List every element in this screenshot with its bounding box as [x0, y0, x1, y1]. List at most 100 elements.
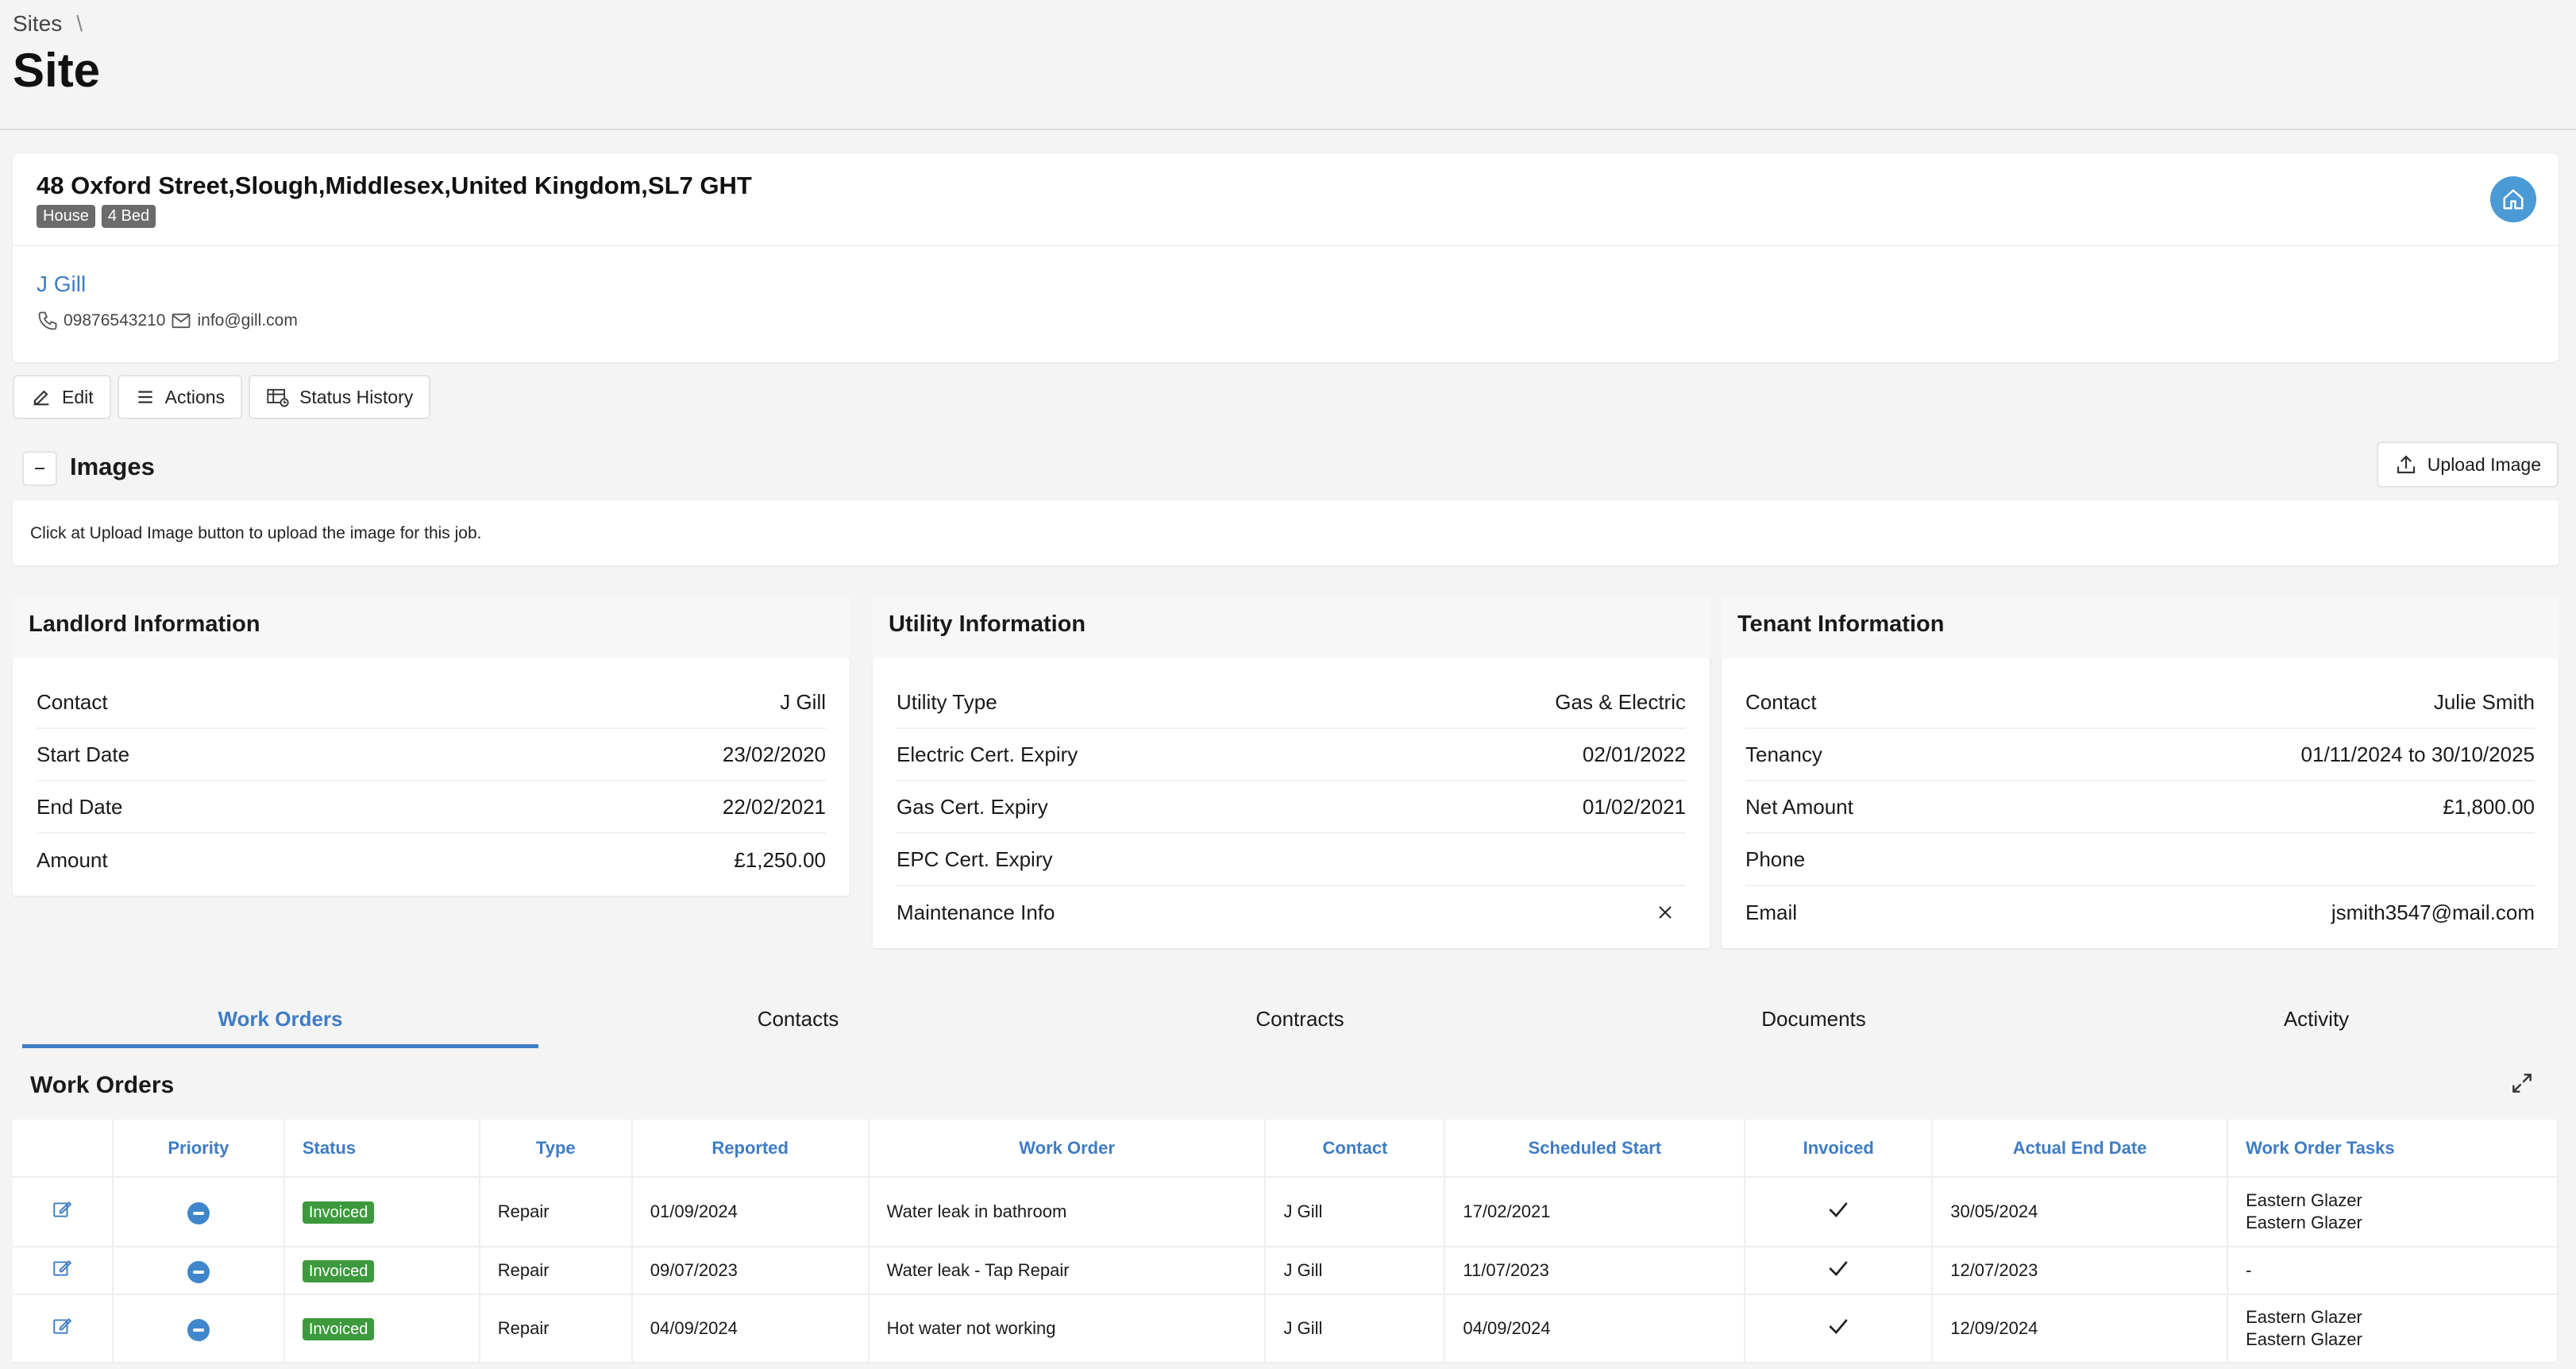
work-orders-header: Work Orders	[13, 1064, 2559, 1116]
edit-icon	[33, 390, 49, 406]
landlord-label: Start Date	[37, 742, 130, 766]
utility-label: Utility Type	[897, 689, 997, 714]
tab-activity[interactable]: Activity	[2085, 993, 2547, 1048]
row-contact-link[interactable]: J Gill	[1265, 1247, 1446, 1295]
site-card-header: 48 Oxford Street,Slough,Middlesex,United…	[13, 154, 2559, 246]
landlord-label: End Date	[37, 794, 123, 819]
edit-icon[interactable]	[52, 1199, 72, 1220]
landlord-value: J Gill	[780, 689, 826, 714]
table-row[interactable]: Invoiced Repair 04/09/2024 Hot water not…	[13, 1294, 2559, 1363]
upload-image-button[interactable]: Upload Image	[2376, 442, 2559, 488]
row-priority-cell	[112, 1294, 285, 1363]
column-header-scheduled-start[interactable]: Scheduled Start	[1444, 1120, 1746, 1178]
landlord-label: Contact	[37, 689, 108, 714]
utility-row-maintenance: Maintenance Info	[897, 886, 1686, 939]
row-scheduled-start: 11/07/2023	[1444, 1247, 1746, 1295]
tenant-panel-body: Contact Julie Smith Tenancy 01/11/2024 to …	[1722, 658, 2559, 948]
priority-icon	[187, 1261, 210, 1283]
minus-icon	[35, 468, 44, 469]
row-type: Repair	[479, 1177, 633, 1248]
column-header-contact[interactable]: Contact	[1265, 1120, 1446, 1178]
menu-icon	[137, 391, 152, 403]
actions-button[interactable]: Actions	[117, 375, 243, 419]
tab-documents[interactable]: Documents	[1542, 993, 2085, 1048]
expand-icon[interactable]	[2509, 1070, 2535, 1096]
edit-icon[interactable]	[52, 1316, 72, 1336]
status-history-icon	[267, 388, 289, 407]
row-invoiced-cell	[1745, 1177, 1934, 1248]
site-address: 48 Oxford Street,Slough,Middlesex,United…	[37, 172, 752, 199]
tab-contracts[interactable]: Contracts	[1058, 993, 1542, 1048]
images-empty-message: Click at Upload Image button to upload t…	[13, 500, 2559, 565]
table-row[interactable]: Invoiced Repair 09/07/2023 Water leak - …	[13, 1247, 2559, 1295]
table-row[interactable]: Invoiced Repair 01/09/2024 Water leak in…	[13, 1177, 2559, 1248]
tenant-row-contact: Contact Julie Smith	[1745, 677, 2535, 729]
utility-row-gas-cert: Gas Cert. Expiry 01/02/2021	[897, 781, 1686, 834]
column-header-type[interactable]: Type	[479, 1120, 633, 1178]
site-badges: House 4 Bed	[37, 205, 156, 228]
task-item: Eastern Glazer	[2246, 1307, 2362, 1327]
column-header-actual-end-date[interactable]: Actual End Date	[1932, 1120, 2229, 1178]
row-contact-link[interactable]: J Gill	[1265, 1177, 1446, 1248]
table-header-row: Priority Status Type Reported Work Order…	[13, 1120, 2559, 1178]
breadcrumb-separator: \	[76, 11, 83, 36]
badge-bedrooms: 4 Bed	[101, 205, 156, 228]
tenant-row-net-amount: Net Amount £1,800.00	[1745, 781, 2535, 834]
column-header-priority[interactable]: Priority	[112, 1120, 285, 1178]
phone-icon	[38, 311, 57, 330]
landlord-value: 23/02/2020	[722, 742, 826, 766]
landlord-row-amount: Amount £1,250.00	[37, 834, 826, 886]
landlord-row-start-date: Start Date 23/02/2020	[37, 729, 826, 781]
status-badge: Invoiced	[302, 1201, 375, 1224]
priority-icon	[187, 1202, 210, 1224]
column-header-reported[interactable]: Reported	[631, 1120, 870, 1178]
landlord-row-end-date: End Date 22/02/2021	[37, 781, 826, 834]
row-actual-end: 30/05/2024	[1932, 1177, 2229, 1248]
check-icon	[1829, 1202, 1848, 1217]
column-header-invoiced[interactable]: Invoiced	[1745, 1120, 1934, 1178]
images-collapse-button[interactable]	[22, 451, 57, 486]
tab-work-orders[interactable]: Work Orders	[22, 993, 538, 1048]
utility-row-electric-cert: Electric Cert. Expiry 02/01/2022	[897, 729, 1686, 781]
row-status-cell: Invoiced	[283, 1177, 480, 1248]
utility-label: Electric Cert. Expiry	[897, 742, 1078, 766]
site-phone[interactable]: 09876543210	[64, 311, 165, 330]
home-button[interactable]	[2490, 176, 2536, 222]
task-item: Eastern Glazer	[2246, 1190, 2362, 1210]
upload-image-label: Upload Image	[2427, 453, 2541, 475]
column-header-work-order[interactable]: Work Order	[868, 1120, 1267, 1178]
site-card: 48 Oxford Street,Slough,Middlesex,United…	[13, 154, 2559, 362]
row-edit-cell	[13, 1177, 114, 1248]
task-item: -	[2246, 1260, 2252, 1280]
edit-button[interactable]: Edit	[13, 375, 111, 419]
utility-value: Gas & Electric	[1555, 689, 1686, 714]
utility-value: 02/01/2022	[1582, 742, 1686, 766]
site-email[interactable]: info@gill.com	[197, 311, 297, 330]
close-icon	[1659, 906, 1672, 919]
utility-panel: Utility Information Utility Type Gas & El…	[873, 597, 1710, 948]
utility-label: Gas Cert. Expiry	[897, 794, 1048, 819]
status-history-button[interactable]: Status History	[249, 375, 431, 419]
column-header-work-order-tasks[interactable]: Work Order Tasks	[2227, 1120, 2559, 1178]
breadcrumb-sites[interactable]: Sites	[13, 11, 62, 37]
upload-icon	[2397, 455, 2415, 474]
tenant-label: Phone	[1745, 846, 1806, 871]
breadcrumb: Sites \	[13, 11, 83, 37]
site-owner-link[interactable]: J Gill	[37, 272, 86, 297]
tenant-row-email: Email jsmith3547@mail.com	[1745, 886, 2535, 939]
landlord-row-contact: Contact J Gill	[37, 677, 826, 729]
tenant-row-phone: Phone	[1745, 834, 2535, 886]
utility-panel-body: Utility Type Gas & Electric Electric Cert…	[873, 658, 1710, 948]
edit-icon[interactable]	[52, 1258, 72, 1278]
row-contact-link[interactable]: J Gill	[1265, 1294, 1446, 1363]
column-header-status[interactable]: Status	[283, 1120, 480, 1178]
tab-contacts[interactable]: Contacts	[538, 993, 1058, 1048]
tenant-row-tenancy: Tenancy 01/11/2024 to 30/10/2025	[1745, 729, 2535, 781]
landlord-panel: Landlord Information Contact J Gill Start…	[13, 597, 850, 896]
edit-button-label: Edit	[62, 386, 94, 407]
row-scheduled-start: 04/09/2024	[1444, 1294, 1746, 1363]
site-toolbar: Edit Actions Status History	[13, 375, 431, 419]
row-scheduled-start: 17/02/2021	[1444, 1177, 1746, 1248]
row-reported: 09/07/2023	[631, 1247, 870, 1295]
row-status-cell: Invoiced	[283, 1247, 480, 1295]
